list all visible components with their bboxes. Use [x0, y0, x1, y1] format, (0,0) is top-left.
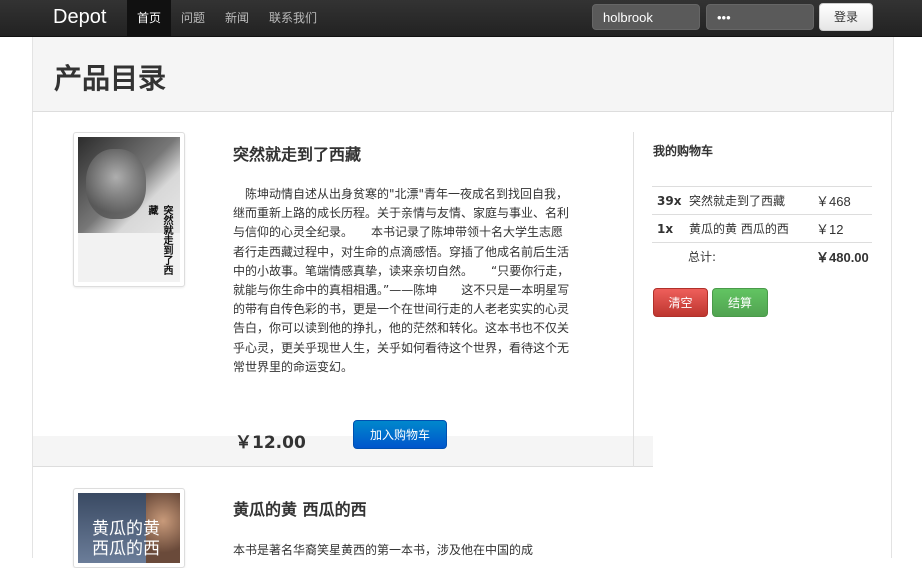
- product-divider: [33, 466, 653, 467]
- add-to-cart-button[interactable]: 加入购物车: [353, 420, 447, 449]
- sidebar-divider: [633, 132, 634, 467]
- cart-qty: 39x: [657, 193, 682, 208]
- product-price: ￥12.00: [235, 433, 306, 453]
- product-image[interactable]: 突然就走到了西藏: [73, 132, 185, 287]
- cart-title: 我的购物车: [653, 144, 714, 158]
- cart-total-spacer: [652, 243, 688, 271]
- book-cover: 突然就走到了西藏: [78, 137, 180, 282]
- cart-row: 1x 黄瓜的黄 西瓜的西 ￥12: [652, 214, 872, 243]
- clear-cart-button[interactable]: 清空: [653, 288, 708, 317]
- cart-item-name: 黄瓜的黄 西瓜的西: [689, 222, 789, 236]
- nav-item-news[interactable]: 新闻: [215, 0, 259, 36]
- product-description: 陈坤动情自述从出身贫寒的"北漂"青年一夜成名到找回自我，继而重新上路的成长历程。…: [233, 187, 570, 374]
- cover-photo: [86, 149, 146, 219]
- top-navbar: Depot 首页 问题 新闻 联系我们 holbrook ••• 登录: [0, 0, 922, 37]
- page-title: 产品目录: [54, 62, 167, 95]
- product-title: 黄瓜的黄 西瓜的西: [233, 500, 367, 519]
- nav-item-contact[interactable]: 联系我们: [259, 0, 327, 36]
- brand-logo[interactable]: Depot: [53, 6, 106, 29]
- product-row-highlight: [33, 436, 653, 466]
- cart-item-price: ￥468: [816, 194, 851, 209]
- username-input[interactable]: holbrook: [592, 4, 700, 30]
- nav-item-home[interactable]: 首页: [127, 0, 172, 36]
- book-cover: 黄瓜的黄 西瓜的西: [78, 493, 180, 563]
- cart-qty: 1x: [657, 221, 674, 236]
- product-image[interactable]: 黄瓜的黄 西瓜的西: [73, 488, 185, 568]
- cart-item-price: ￥12: [816, 222, 844, 237]
- page-header: 产品目录: [32, 37, 894, 112]
- cart-item-name: 突然就走到了西藏: [689, 194, 786, 208]
- cart-total-value: ￥480.00: [816, 250, 869, 266]
- nav-item-questions[interactable]: 问题: [171, 0, 215, 36]
- product-description: 本书是著名华裔笑星黄西的第一本书，涉及他在中国的成: [233, 543, 534, 557]
- cart-total-row: 总计: ￥480.00: [652, 242, 872, 271]
- cart-table: 39x 突然就走到了西藏 ￥468 1x 黄瓜的黄 西瓜的西 ￥12 总计: ￥…: [652, 186, 872, 271]
- login-button[interactable]: 登录: [819, 3, 873, 31]
- checkout-button[interactable]: 结算: [712, 288, 768, 317]
- cover-title: 黄瓜的黄 西瓜的西: [92, 519, 160, 559]
- cover-title: 突然就走到了西藏: [146, 205, 172, 275]
- main-nav: 首页 问题 新闻 联系我们: [127, 0, 327, 36]
- cart-total-label: 总计:: [688, 250, 717, 265]
- product-title: 突然就走到了西藏: [233, 145, 362, 164]
- password-input[interactable]: •••: [706, 4, 814, 30]
- cart-row: 39x 突然就走到了西藏 ￥468: [652, 186, 872, 215]
